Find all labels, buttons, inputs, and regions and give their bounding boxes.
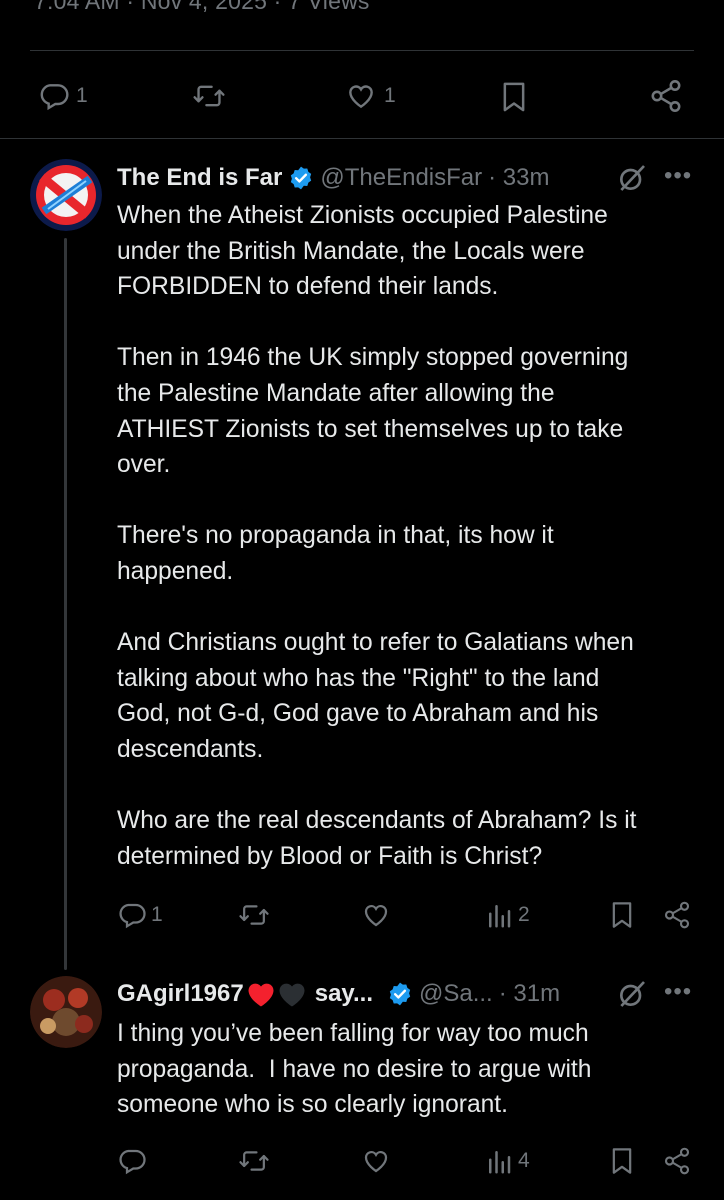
more-options-button[interactable]: •••: [664, 978, 692, 1006]
bookmark-icon: [498, 80, 530, 114]
share-button[interactable]: [662, 1146, 692, 1176]
thread-line: [64, 238, 67, 970]
grok-icon[interactable]: [616, 162, 648, 199]
tweet-header: The End is Far @TheEndisFar · 33m: [117, 160, 550, 196]
repost-button[interactable]: [238, 1146, 270, 1176]
share-button[interactable]: [662, 900, 692, 930]
share-icon: [662, 1146, 692, 1176]
views-button[interactable]: 4: [486, 1146, 530, 1176]
grok-icon[interactable]: [616, 978, 648, 1015]
tweet-action-bar: 4: [0, 1144, 724, 1184]
reply-icon: [117, 1146, 147, 1176]
more-options-button[interactable]: •••: [664, 162, 692, 190]
bookmark-button[interactable]: [608, 1145, 636, 1177]
tweet-header: GAgirl1967 say... @Sa... · 31m: [117, 976, 560, 1012]
views-count: 4: [518, 1149, 530, 1172]
divider: [30, 50, 694, 51]
tweet-text: When the Atheist Zionists occupied Pales…: [117, 202, 637, 870]
reply-icon: [38, 80, 70, 112]
display-name[interactable]: The End is Far: [117, 164, 282, 192]
reply-icon: [117, 900, 147, 930]
divider: [0, 138, 724, 139]
like-button[interactable]: [360, 1146, 392, 1176]
reply-count: 1: [76, 84, 88, 107]
share-button[interactable]: [648, 78, 684, 114]
heart-icon: [360, 1146, 392, 1176]
reply-button[interactable]: 1: [38, 80, 88, 112]
avatar[interactable]: [30, 159, 102, 231]
bookmark-icon: [608, 1145, 636, 1177]
bookmark-button[interactable]: [498, 80, 530, 114]
post-action-bar: 1 1: [0, 72, 724, 118]
post-meta: 7:04 AM · Nov 4, 2025 · 7 Views: [34, 0, 370, 14]
repost-button[interactable]: [192, 80, 226, 112]
views-count: 2: [518, 903, 530, 926]
heart-icon: [344, 80, 378, 112]
like-button[interactable]: [360, 900, 392, 930]
timestamp[interactable]: · 31m: [499, 980, 560, 1008]
analytics-icon: [486, 1146, 512, 1176]
verified-badge-icon: [387, 981, 413, 1007]
verified-badge-icon: [288, 165, 314, 191]
tweet-action-bar: 1 2: [0, 898, 724, 938]
reply-count: 1: [151, 903, 163, 926]
repost-icon: [238, 1146, 270, 1176]
reply-button[interactable]: [117, 1146, 147, 1176]
reply-button[interactable]: 1: [117, 900, 163, 930]
analytics-icon: [486, 900, 512, 930]
repost-icon: [238, 900, 270, 930]
bookmark-icon: [608, 899, 636, 931]
red-heart-icon: [246, 980, 276, 1008]
user-handle[interactable]: @TheEndisFar: [320, 164, 482, 192]
bookmark-button[interactable]: [608, 899, 636, 931]
share-icon: [648, 78, 684, 114]
avatar[interactable]: [30, 976, 102, 1048]
views-button[interactable]: 2: [486, 900, 530, 930]
tweet-text: I thing you’ve been falling for way too …: [117, 1020, 592, 1119]
repost-icon: [192, 80, 226, 112]
display-name[interactable]: GAgirl1967: [117, 980, 244, 1008]
user-handle[interactable]: @Sa...: [419, 980, 493, 1008]
repost-button[interactable]: [238, 900, 270, 930]
share-icon: [662, 900, 692, 930]
display-name-suffix[interactable]: say...: [315, 980, 373, 1008]
like-count: 1: [384, 84, 396, 107]
timestamp[interactable]: · 33m: [488, 164, 549, 192]
like-button[interactable]: 1: [344, 80, 396, 112]
black-heart-icon: [277, 980, 307, 1008]
heart-icon: [360, 900, 392, 930]
